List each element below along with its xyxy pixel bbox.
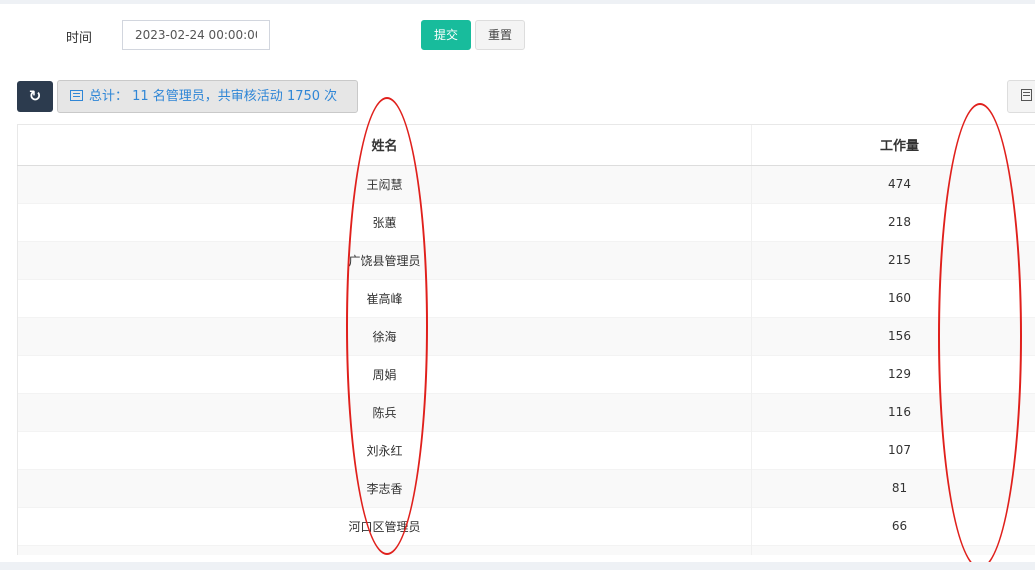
time-label: 时间 — [66, 31, 93, 46]
cell-name: 李志香 — [17, 468, 752, 507]
data-table: 姓名 工作量 王闳慧 474 张蕙 218 广饶县管理员 215 崔高峰 160 徐海 156 周娟… — [17, 125, 1035, 555]
columns-button[interactable] — [1007, 80, 1035, 113]
table-toolbar: ↻ 总计： 11 名管理员，共审核活动 1750 次 — [0, 77, 1035, 113]
cell-workload: 156 — [751, 316, 1035, 355]
table-row[interactable]: 刘永红 107 — [17, 430, 1035, 469]
table-row[interactable]: 广饶县管理员 215 — [17, 240, 1035, 279]
table-row[interactable]: 高宁28 — [17, 544, 1035, 555]
cell-workload: 215 — [751, 240, 1035, 279]
cell-name: 周娟 — [17, 354, 752, 393]
cell-name: 王闳慧 — [17, 164, 752, 203]
summary-button[interactable]: 总计： 11 名管理员，共审核活动 1750 次 — [57, 80, 358, 113]
cell-name: 崔高峰 — [17, 278, 752, 317]
table-header-row: 姓名 工作量 — [17, 125, 1035, 166]
cell-workload: 218 — [751, 202, 1035, 241]
column-header-name[interactable]: 姓名 — [17, 125, 752, 166]
refresh-icon: ↻ — [28, 87, 42, 105]
table-row[interactable]: 崔高峰 160 — [17, 278, 1035, 317]
cell-workload: 81 — [751, 468, 1035, 507]
search-form: 时间 提交 重置 — [0, 20, 1035, 52]
column-header-workload[interactable]: 工作量 — [751, 125, 1035, 166]
summary-text: 总计： 11 名管理员，共审核活动 1750 次 — [89, 89, 338, 104]
table-row[interactable]: 王闳慧 474 — [17, 164, 1035, 203]
cell-workload: 129 — [751, 354, 1035, 393]
data-table-container: 姓名 工作量 王闳慧 474 张蕙 218 广饶县管理员 215 崔高峰 160 徐海 156 周娟… — [17, 124, 1035, 555]
table-row[interactable]: 周娟 129 — [17, 354, 1035, 393]
table-row[interactable]: 张蕙 218 — [17, 202, 1035, 241]
cell-name: 广饶县管理员 — [17, 240, 752, 279]
cell-workload: 28 — [751, 544, 1035, 555]
cell-name: 陈兵 — [17, 392, 752, 431]
table-row[interactable]: 李志香 81 — [17, 468, 1035, 507]
cell-name: 徐海 — [17, 316, 752, 355]
submit-button[interactable]: 提交 — [421, 20, 471, 50]
main-panel: 时间 提交 重置 ↻ 总计： 11 名管理员，共审核活动 1750 次 姓名 工… — [0, 0, 1035, 562]
cell-workload: 116 — [751, 392, 1035, 431]
reset-button[interactable]: 重置 — [475, 20, 525, 50]
list-icon — [70, 90, 83, 101]
cell-name: 高宁 — [17, 544, 752, 555]
columns-icon — [1021, 89, 1032, 101]
cell-name: 张蕙 — [17, 202, 752, 241]
refresh-button[interactable]: ↻ — [17, 81, 53, 112]
time-range-input[interactable] — [122, 20, 270, 50]
table-row[interactable]: 河口区管理员 66 — [17, 506, 1035, 545]
cell-name: 河口区管理员 — [17, 506, 752, 545]
table-body: 王闳慧 474 张蕙 218 广饶县管理员 215 崔高峰 160 徐海 156 周娟 129 陈兵 11… — [17, 164, 1035, 555]
cell-workload: 474 — [751, 164, 1035, 203]
cell-workload: 160 — [751, 278, 1035, 317]
cell-workload: 107 — [751, 430, 1035, 469]
cell-name: 刘永红 — [17, 430, 752, 469]
table-row[interactable]: 陈兵 116 — [17, 392, 1035, 431]
table-row[interactable]: 徐海 156 — [17, 316, 1035, 355]
cell-workload: 66 — [751, 506, 1035, 545]
